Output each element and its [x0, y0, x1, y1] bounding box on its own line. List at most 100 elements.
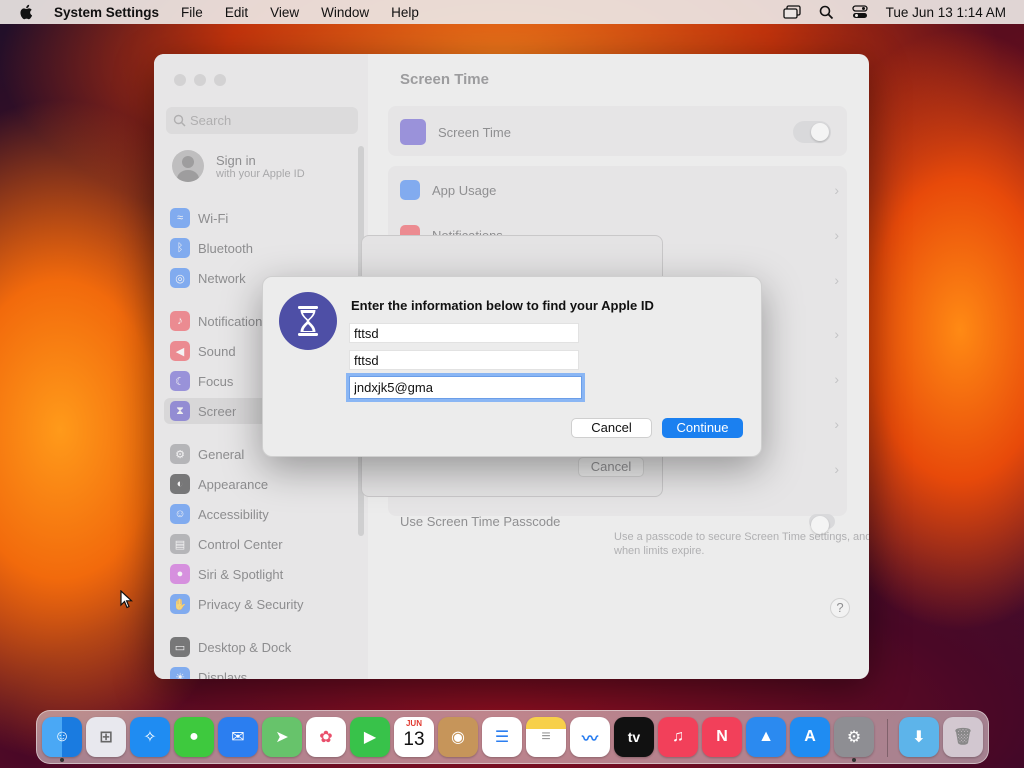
- signin-title: Sign in: [216, 152, 256, 168]
- sidebar-item-label: Wi-Fi: [198, 210, 229, 226]
- calendar-day: 13: [403, 729, 425, 750]
- contacts-icon[interactable]: ◉: [438, 717, 478, 757]
- menu-help[interactable]: Help: [391, 5, 419, 20]
- focus-moon-icon: ☾: [170, 371, 190, 391]
- screen-time-row[interactable]: Screen Time: [400, 119, 839, 145]
- menu-window[interactable]: Window: [321, 5, 369, 20]
- menu-view[interactable]: View: [270, 5, 299, 20]
- reminders-icon[interactable]: ☰: [482, 717, 522, 757]
- running-indicator: [60, 758, 64, 762]
- passcode-label: Use Screen Time Passcode: [400, 513, 561, 529]
- app-usage-label: App Usage: [432, 182, 497, 198]
- sidebar-item-label: Sound: [198, 343, 236, 359]
- messages-icon[interactable]: ●: [174, 717, 214, 757]
- sidebar-item-accessibility[interactable]: ☺ Accessibility: [170, 501, 360, 527]
- chevron-right-icon: ›: [834, 272, 839, 288]
- app-store-icon[interactable]: A: [790, 717, 830, 757]
- sidebar-item-wifi[interactable]: ≈ Wi-Fi: [170, 205, 360, 231]
- passcode-row[interactable]: Use Screen Time Passcode: [400, 511, 839, 534]
- downloads-folder-icon[interactable]: ⬇: [899, 717, 939, 757]
- app-usage-row[interactable]: App Usage ›: [400, 180, 839, 200]
- passcode-description: Use a passcode to secure Screen Time set…: [614, 530, 869, 558]
- sidebar-item-label: General: [198, 446, 245, 462]
- search-icon: [173, 114, 186, 127]
- mail-icon[interactable]: ✉: [218, 717, 258, 757]
- apple-tv-icon[interactable]: tv: [614, 717, 654, 757]
- bluetooth-icon: ᛒ: [170, 238, 190, 258]
- sidebar-item-siri-spotlight[interactable]: ● Siri & Spotlight: [170, 561, 360, 587]
- freeform-icon[interactable]: 〰: [570, 717, 610, 757]
- news-icon[interactable]: N: [702, 717, 742, 757]
- chevron-right-icon: ›: [834, 416, 839, 432]
- chevron-right-icon: ›: [834, 461, 839, 477]
- hourglass-icon: ⧗: [170, 401, 190, 421]
- system-settings-icon[interactable]: ⚙: [834, 717, 874, 757]
- maps-icon[interactable]: ➤: [262, 717, 302, 757]
- sidebar-item-label: Bluetooth: [198, 240, 253, 256]
- close-window-button[interactable]: [174, 74, 186, 86]
- screen-mirroring-icon[interactable]: [783, 5, 801, 19]
- notifications-bell-icon: ♪: [170, 311, 190, 331]
- help-button[interactable]: ?: [830, 598, 850, 618]
- menu-clock[interactable]: Tue Jun 13 1:14 AM: [886, 5, 1006, 20]
- desktop-dock-icon: ▭: [170, 637, 190, 657]
- signin-subtitle: with your Apple ID: [216, 167, 305, 180]
- tv-label: tv: [627, 729, 641, 745]
- photos-icon[interactable]: ✿: [306, 717, 346, 757]
- sidebar-item-desktop-dock[interactable]: ▭ Desktop & Dock: [170, 634, 360, 660]
- safari-icon[interactable]: ✧: [130, 717, 170, 757]
- zoom-window-button[interactable]: [214, 74, 226, 86]
- find-apple-id-dialog: Enter the information below to find your…: [262, 276, 762, 457]
- passcode-toggle[interactable]: [809, 513, 835, 534]
- apple-id-signin[interactable]: Sign in with your Apple ID: [172, 150, 305, 182]
- continue-button[interactable]: Continue: [662, 418, 743, 438]
- privacy-hand-icon: ✋: [170, 594, 190, 614]
- sidebar-item-control-center[interactable]: ▤ Control Center: [170, 531, 360, 557]
- sidebar-item-appearance[interactable]: ◐ Appearance: [170, 471, 360, 497]
- screen-time-toggle[interactable]: [793, 121, 831, 143]
- sidebar-item-privacy-security[interactable]: ✋ Privacy & Security: [170, 591, 360, 617]
- finder-icon[interactable]: ☺: [42, 717, 82, 757]
- chevron-right-icon: ›: [834, 326, 839, 342]
- sidebar-item-label: Privacy & Security: [198, 596, 304, 612]
- sidebar-item-displays[interactable]: ☀ Displays: [170, 664, 360, 679]
- menu-app-name[interactable]: System Settings: [54, 5, 159, 20]
- screen-time-label: Screen Time: [438, 124, 511, 140]
- apple-menu-icon[interactable]: [18, 3, 36, 21]
- trash-icon[interactable]: 🗑: [943, 717, 983, 757]
- sidebar-item-bluetooth[interactable]: ᛒ Bluetooth: [170, 235, 360, 261]
- sidebar-item-label: Desktop & Dock: [198, 639, 292, 655]
- menu-file[interactable]: File: [181, 5, 203, 20]
- wifi-icon: ≈: [170, 208, 190, 228]
- control-center-icon[interactable]: [852, 5, 868, 19]
- keynote-icon[interactable]: ▲: [746, 717, 786, 757]
- screen-time-hourglass-icon: [279, 292, 337, 350]
- search-field[interactable]: Search: [166, 107, 358, 134]
- menu-edit[interactable]: Edit: [225, 5, 248, 20]
- sidebar-item-label: Siri & Spotlight: [198, 566, 284, 582]
- mouse-pointer-icon: [120, 590, 134, 609]
- launchpad-icon[interactable]: ⊞: [86, 717, 126, 757]
- minimize-window-button[interactable]: [194, 74, 206, 86]
- sheet-cancel-button[interactable]: Cancel: [578, 457, 644, 477]
- dock-separator: [887, 719, 888, 757]
- spotlight-search-icon[interactable]: [819, 5, 834, 20]
- sidebar-item-label: Notifications: [198, 313, 269, 329]
- last-name-field[interactable]: [349, 350, 579, 370]
- dock: ☺ ⊞ ✧ ● ✉ ➤ ✿ ▶ JUN 13 ◉ ☰ ≡ 〰 tv ♫ N ▲ …: [36, 710, 989, 764]
- calendar-icon[interactable]: JUN 13: [394, 717, 434, 757]
- facetime-icon[interactable]: ▶: [350, 717, 390, 757]
- chevron-right-icon: ›: [834, 182, 839, 198]
- email-field[interactable]: [349, 376, 582, 399]
- music-icon[interactable]: ♫: [658, 717, 698, 757]
- notes-icon[interactable]: ≡: [526, 717, 566, 757]
- cancel-button[interactable]: Cancel: [571, 418, 652, 438]
- accessibility-icon: ☺: [170, 504, 190, 524]
- first-name-field[interactable]: [349, 323, 579, 343]
- calendar-month: JUN: [405, 719, 422, 728]
- app-usage-chart-icon: [400, 180, 420, 200]
- dialog-title: Enter the information below to find your…: [351, 298, 654, 313]
- chevron-right-icon: ›: [834, 371, 839, 387]
- sidebar-item-label: Focus: [198, 373, 234, 389]
- sidebar-item-label: Screen Time: [198, 403, 236, 419]
